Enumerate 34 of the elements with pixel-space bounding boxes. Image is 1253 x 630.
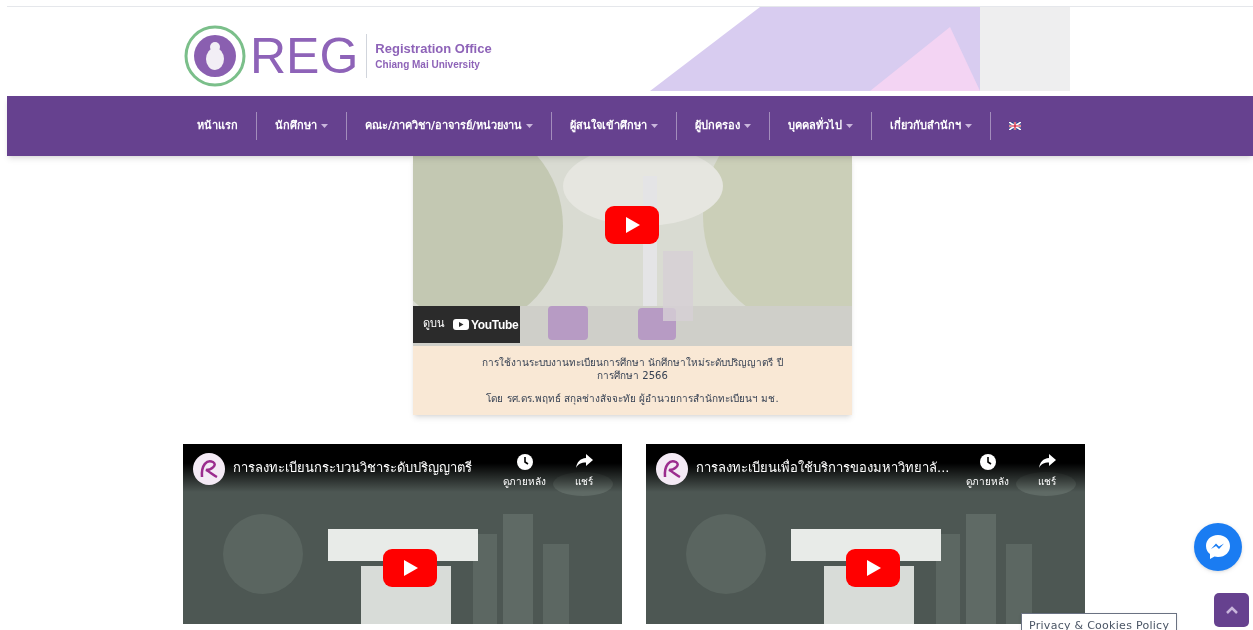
clock-icon	[979, 454, 996, 470]
nav-link[interactable]: บุคคลทั่วไป	[770, 117, 872, 135]
play-button-icon[interactable]	[846, 549, 900, 587]
logo-text: REG	[250, 31, 359, 81]
channel-avatar-icon[interactable]	[193, 453, 225, 485]
watch-later-button[interactable]: ดูภายหลัง	[503, 454, 546, 489]
logo-subtitle: Registration Office	[375, 40, 492, 58]
language-flag-icon[interactable]	[1009, 122, 1022, 130]
nav-link[interactable]: นักศึกษา	[257, 117, 346, 135]
nav-link[interactable]: ผู้ปกครอง	[677, 117, 770, 135]
clock-icon	[516, 454, 533, 470]
nav-link[interactable]: หน้าแรก	[179, 117, 256, 135]
youtube-logo-icon	[453, 319, 469, 330]
nav-link[interactable]: คณะ/ภาควิชา/อาจารย์/หน่วยงาน	[347, 117, 552, 135]
video-caption: โดย รศ.ดร.พฤทธ์ สกุลช่างสัจจะทัย ผู้อำนวยการสำนักทะเบียนฯ มช.	[485, 392, 780, 405]
watch-later-button[interactable]: ดูภายหลัง	[966, 454, 1009, 489]
logo-subtitle: Chiang Mai University	[375, 58, 481, 72]
watch-on-youtube-button[interactable]: ดูบน YouTube	[413, 306, 520, 343]
share-arrow-icon	[1038, 454, 1056, 469]
nav-link[interactable]: เกี่ยวกับสำนักฯ	[872, 117, 991, 135]
chevron-up-icon	[1225, 606, 1238, 614]
video-title[interactable]: การลงทะเบียนกระบวนวิชาระดับปริญญาตรี	[233, 459, 472, 477]
video-caption: การใช้งานระบบงานทะเบียนการศึกษา นักศึกษาใหม่ระดับปริญญาตรี ปีการศึกษา 2566	[481, 356, 784, 382]
scroll-to-top-button[interactable]	[1214, 593, 1249, 627]
share-arrow-icon	[575, 454, 593, 469]
play-button-icon[interactable]	[605, 206, 659, 244]
university-seal-icon	[184, 25, 246, 87]
channel-avatar-icon[interactable]	[656, 453, 688, 485]
video-title[interactable]: การลงทะเบียนเพื่อใช้บริการของมหาวิทยาลั...	[696, 459, 950, 477]
share-button[interactable]: แชร์	[575, 454, 593, 489]
nav-link[interactable]: ผู้สนใจเข้าศึกษา	[552, 117, 677, 135]
share-button[interactable]: แชร์	[1038, 454, 1056, 489]
messenger-button-icon[interactable]	[1194, 523, 1242, 571]
play-button-icon[interactable]	[383, 549, 437, 587]
